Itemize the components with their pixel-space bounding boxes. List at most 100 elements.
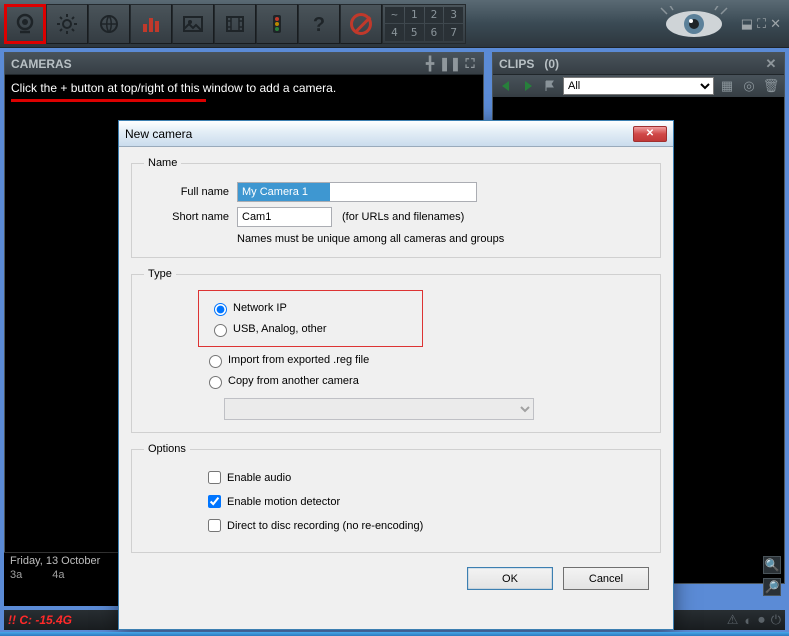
copy-source-select[interactable] [224, 398, 534, 420]
snapshot-tool-button[interactable] [172, 4, 214, 44]
cameras-panel-title: CAMERAS [11, 57, 72, 71]
zoom-out-button[interactable]: 🔎 [763, 578, 781, 596]
dialog-button-row: OK Cancel [131, 563, 661, 590]
gear-icon [55, 12, 79, 36]
preset-5[interactable]: 5 [405, 24, 424, 41]
preset-2[interactable]: 2 [425, 7, 444, 24]
cameras-empty-message: Click the + button at top/right of this … [11, 81, 477, 95]
app-logo [470, 4, 737, 44]
name-legend: Name [144, 157, 181, 169]
help-tool-button[interactable]: ? [298, 4, 340, 44]
type-legend: Type [144, 268, 176, 280]
new-camera-dialog: New camera ✕ Name Full name Short name (… [118, 120, 674, 630]
clips-close-button[interactable]: ✕ [764, 57, 778, 71]
add-camera-button[interactable]: ╋ [423, 57, 437, 71]
preset-4[interactable]: 4 [385, 24, 404, 41]
status-record-icon[interactable]: ⏺ [758, 612, 765, 628]
stats-tool-button[interactable] [130, 4, 172, 44]
radio-usb-analog[interactable] [214, 324, 227, 337]
clips-filter-select[interactable]: All [563, 77, 714, 95]
shield-tool-button[interactable] [340, 4, 382, 44]
full-name-label: Full name [144, 186, 229, 198]
check-enable-motion[interactable] [208, 495, 221, 508]
radio-usb-analog-label: USB, Analog, other [233, 323, 327, 335]
clips-calendar-button[interactable]: ▦ [718, 77, 736, 95]
bars-icon [139, 12, 163, 36]
radio-copy-camera-label: Copy from another camera [228, 375, 359, 387]
clips-toolbar: All ▦ ◎ 🗑 [493, 75, 784, 97]
traffic-tool-button[interactable] [256, 4, 298, 44]
clip-prev-button[interactable] [497, 77, 515, 95]
webcam-icon [13, 12, 37, 36]
window-controls: ⬓ ⛶ ✕ [737, 16, 785, 32]
globe-icon [97, 12, 121, 36]
status-power-icon[interactable]: ⏻ [771, 612, 781, 628]
cameras-tool-button[interactable] [4, 4, 46, 44]
os-taskbar [0, 632, 789, 636]
status-alert-icon[interactable]: ⚠ [727, 612, 739, 628]
close-window-icon[interactable]: ✕ [770, 16, 781, 32]
type-highlight-box: Network IP USB, Analog, other [198, 290, 423, 347]
short-name-label: Short name [144, 211, 229, 223]
full-name-input[interactable] [237, 182, 477, 202]
preset-1[interactable]: 1 [405, 7, 424, 24]
ptz-tool-button[interactable] [88, 4, 130, 44]
clip-flag-button[interactable] [541, 77, 559, 95]
check-enable-audio[interactable] [208, 471, 221, 484]
record-tool-button[interactable] [214, 4, 256, 44]
prev-icon [499, 79, 513, 93]
check-enable-audio-label: Enable audio [227, 472, 291, 484]
check-direct-disc-label: Direct to disc recording (no re-encoding… [227, 520, 423, 532]
pause-button[interactable]: ❚❚ [443, 57, 457, 71]
preset-3[interactable]: 3 [444, 7, 463, 24]
radio-network-ip[interactable] [214, 303, 227, 316]
name-fieldset: Name Full name Short name (for URLs and … [131, 157, 661, 258]
timeline-tick: 4a [52, 569, 64, 581]
clips-orbit-button[interactable]: ◎ [740, 77, 758, 95]
svg-text:?: ? [313, 14, 325, 36]
preset-7[interactable]: 7 [444, 24, 463, 41]
status-warning: !! C: -15.4G [8, 613, 72, 627]
flag-icon [543, 79, 557, 93]
zoom-controls: 🔍 🔎 [763, 556, 781, 596]
clip-play-button[interactable] [519, 77, 537, 95]
clips-delete-button[interactable]: 🗑 [762, 77, 780, 95]
clips-count: (0) [544, 57, 559, 71]
short-name-input[interactable] [237, 207, 332, 227]
zoom-in-button[interactable]: 🔍 [763, 556, 781, 574]
play-icon [521, 79, 535, 93]
preset-tilde[interactable]: ~ [385, 7, 404, 24]
options-legend: Options [144, 443, 190, 455]
ok-button[interactable]: OK [467, 567, 553, 590]
status-bulb-icon[interactable]: ◐ [744, 613, 752, 628]
radio-copy-camera[interactable] [209, 376, 222, 389]
radio-network-ip-label: Network IP [233, 302, 287, 314]
main-toolbar: ? ~ 1 2 3 4 5 6 7 ⬓ ⛶ ✕ [0, 0, 789, 48]
timeline-tick: 3a [10, 569, 22, 581]
type-fieldset: Type Network IP USB, Analog, other Impor… [131, 268, 661, 433]
settings-tool-button[interactable] [46, 4, 88, 44]
options-fieldset: Options Enable audio Enable motion detec… [131, 443, 661, 553]
help-icon: ? [307, 12, 331, 36]
preset-6[interactable]: 6 [425, 24, 444, 41]
clips-panel-title: CLIPS [499, 57, 534, 71]
short-name-hint: (for URLs and filenames) [342, 211, 464, 223]
dialog-close-button[interactable]: ✕ [633, 126, 667, 142]
film-icon [223, 12, 247, 36]
minimize-icon[interactable]: ⬓ [741, 16, 753, 32]
camera-preset-grid[interactable]: ~ 1 2 3 4 5 6 7 [382, 4, 466, 44]
cancel-button[interactable]: Cancel [563, 567, 649, 590]
dialog-titlebar[interactable]: New camera ✕ [119, 121, 673, 147]
name-note: Names must be unique among all cameras a… [237, 233, 648, 245]
dialog-title: New camera [125, 127, 192, 141]
fullscreen-button[interactable]: ⛶ [463, 57, 477, 71]
eye-logo-icon [659, 6, 729, 42]
maximize-icon[interactable]: ⛶ [757, 16, 766, 32]
cameras-panel-header: CAMERAS ╋ ❚❚ ⛶ [5, 53, 483, 75]
no-entry-icon [350, 13, 372, 35]
check-direct-disc[interactable] [208, 519, 221, 532]
red-underline-annotation [11, 99, 206, 102]
radio-import-reg[interactable] [209, 355, 222, 368]
picture-icon [181, 12, 205, 36]
radio-import-reg-label: Import from exported .reg file [228, 354, 369, 366]
